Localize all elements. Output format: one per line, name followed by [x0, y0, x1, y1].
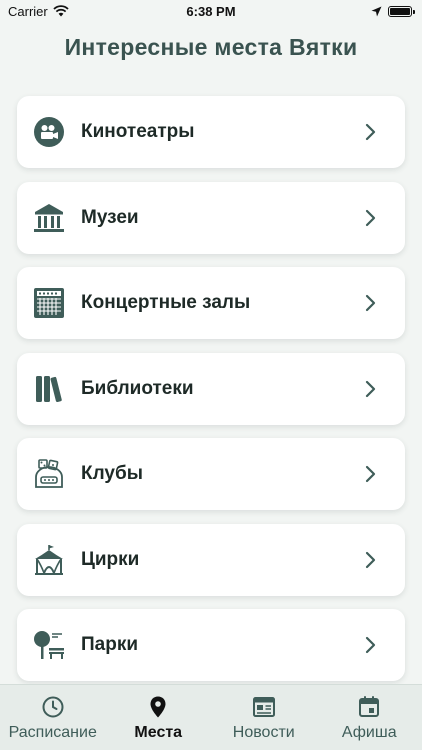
chevron-right-icon [365, 636, 376, 654]
tab-bar: Расписание Места Новости Афиша [0, 684, 422, 750]
place-card-museums[interactable]: Музеи [17, 181, 405, 254]
tab-label: Афиша [341, 724, 397, 741]
tab-label: Новости [232, 724, 295, 741]
place-card-circuses[interactable]: Цирки [17, 523, 405, 596]
chevron-right-icon [365, 465, 376, 483]
tab-afisha[interactable]: Афиша [317, 695, 422, 742]
battery-fill [390, 7, 410, 15]
park-icon [31, 627, 67, 663]
status-bar: Carrier 6:38 PM [0, 0, 422, 22]
tab-schedule[interactable]: Расписание [0, 695, 105, 742]
status-left: Carrier [8, 4, 69, 19]
chevron-right-icon [365, 551, 376, 568]
map-pin-icon [150, 696, 166, 718]
chevron-right-icon [365, 380, 376, 397]
tab-places[interactable]: Места [106, 695, 211, 742]
books-icon [31, 371, 67, 407]
place-card-clubs[interactable]: Клубы [17, 438, 405, 510]
place-label: Клубы [81, 463, 143, 484]
place-label: Библиотеки [81, 377, 194, 399]
place-label: Концертные залы [81, 292, 251, 313]
carrier-label: Carrier [8, 3, 48, 19]
status-right [371, 5, 415, 17]
page-title: Интересные места Вятки [64, 34, 358, 60]
tab-label: Расписание [8, 724, 97, 741]
concert-hall-icon [31, 285, 67, 321]
calendar-icon [359, 696, 380, 717]
place-card-cinemas[interactable]: Кинотеатры [17, 96, 405, 168]
place-label: Парки [81, 634, 139, 655]
tab-news[interactable]: Новости [211, 695, 316, 742]
place-label: Кинотеатры [81, 121, 195, 142]
tab-label: Места [134, 724, 183, 741]
place-card-parks[interactable]: Парки [17, 609, 405, 681]
chevron-right-icon [365, 294, 376, 312]
wifi-icon [53, 5, 69, 17]
circus-tent-icon [31, 542, 67, 578]
battery-icon [388, 5, 415, 17]
chevron-right-icon [365, 209, 376, 226]
place-card-concert-halls[interactable]: Концертные залы [17, 267, 405, 339]
film-camera-icon [31, 114, 67, 150]
location-arrow-icon [371, 6, 382, 16]
place-label: Цирки [81, 548, 140, 570]
club-icon [31, 456, 67, 492]
place-card-libraries[interactable]: Библиотеки [17, 352, 405, 425]
clock-icon [42, 696, 64, 718]
museum-icon [31, 200, 67, 236]
place-label: Музеи [81, 206, 139, 228]
places-list: Кинотеатры Музеи Концертные залы Библиот… [17, 96, 405, 695]
chevron-right-icon [365, 123, 376, 141]
news-icon [252, 697, 275, 717]
